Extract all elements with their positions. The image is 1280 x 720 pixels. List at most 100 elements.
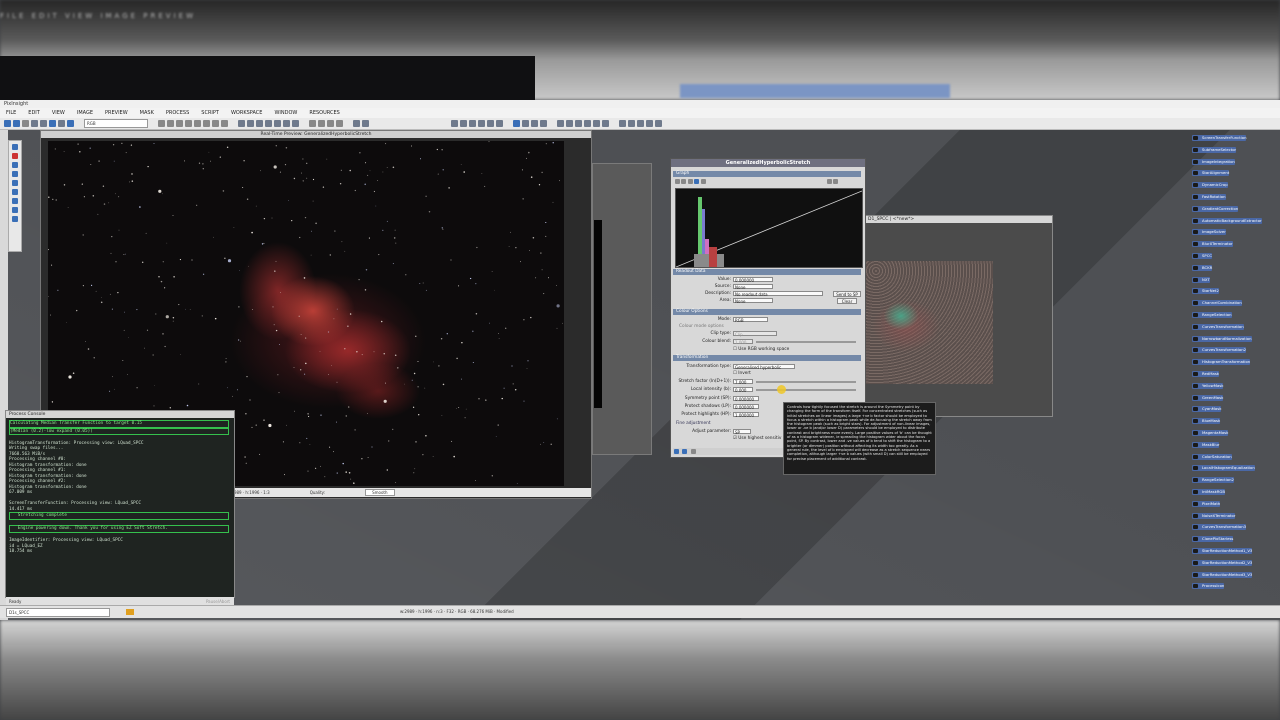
panel-icon[interactable] [12,189,18,195]
toolbar-icon[interactable] [540,120,547,127]
use-rgb-checkbox[interactable]: ☐ Use RGB working space [733,347,789,352]
mode-select[interactable]: RGB [733,317,768,323]
toolbar-icon[interactable] [593,120,600,127]
clip-type-select[interactable]: Clip [733,331,777,337]
process-icon[interactable]: LocalHistogramEqualization [1192,465,1255,472]
graph-tool-icon[interactable] [681,179,687,184]
invert-checkbox[interactable]: ☐ Invert [733,371,751,376]
highest-sensitivity-checkbox[interactable]: ☑ Use highest sensitiv [733,436,781,441]
toolbar-icon[interactable] [478,120,485,127]
process-icon[interactable]: GreenMask [1192,394,1224,401]
colour-blend-field[interactable]: 1.000 [733,339,753,345]
toolbar-icon[interactable] [49,120,56,127]
process-icon[interactable]: BlueMask [1192,418,1221,425]
process-icon[interactable]: GradientCorrection [1192,205,1239,212]
process-icon[interactable]: ImageSolver [1192,229,1226,236]
adjust-parameter-select[interactable]: SP [733,429,751,435]
process-icon[interactable]: MagentaMask [1192,430,1229,436]
graph-section[interactable]: Graph [673,171,861,177]
toolbar-icon[interactable] [318,120,325,127]
redo-icon[interactable] [13,120,20,127]
toolbar-icon[interactable] [67,120,74,127]
toolbar-icon[interactable] [619,120,626,127]
process-icon[interactable]: NXT [1192,276,1210,283]
status-icon[interactable] [126,609,134,615]
toolbar-icon[interactable] [487,120,494,127]
area-field[interactable]: None [733,298,773,304]
process-icon[interactable]: BlurXTerminator [1192,241,1233,248]
process-icon[interactable]: YellowMask [1192,382,1224,389]
toolbar-icon[interactable] [655,120,662,127]
zoom-in-icon[interactable] [826,179,832,184]
toolbar-icon[interactable] [451,120,458,127]
panel-icon[interactable] [12,144,18,150]
toolbar-icon[interactable] [522,120,529,127]
toolbar-icon[interactable] [265,120,272,127]
toolbar-icon[interactable] [584,120,591,127]
menu-resources[interactable]: RESOURCES [309,110,339,116]
apply-icon[interactable] [682,449,688,454]
process-icon[interactable]: RangeSelection [1192,312,1232,318]
toolbar-icon[interactable] [309,120,316,127]
protect-highlights-field[interactable]: 1.000000 [733,412,759,418]
process-icon[interactable]: HistogramTransformation [1192,359,1251,366]
source-field[interactable]: None [733,284,773,290]
view-selector[interactable]: D1s_SPCC [6,608,110,617]
toolbar-icon[interactable] [531,120,538,127]
process-icon[interactable]: StarAlignment [1192,170,1230,177]
toolbar-icon[interactable] [637,120,644,127]
toolbar-icon[interactable] [628,120,635,127]
toolbar-icon[interactable] [194,120,201,127]
graph-tool-icon[interactable] [675,179,680,184]
toolbar-icon[interactable] [557,120,564,127]
menu-image[interactable]: IMAGE [77,110,93,116]
spcc-image[interactable] [866,261,993,384]
panel-icon[interactable] [12,162,18,168]
graph-tool-icon[interactable] [694,179,700,184]
panel-icon[interactable] [12,207,18,213]
process-icon[interactable]: CurvesTransformation2 [1192,347,1247,354]
process-icon[interactable]: ClonePixStarless [1192,536,1234,543]
toolbar-icon[interactable] [22,120,29,127]
toolbar-icon[interactable] [327,120,334,127]
process-icon[interactable]: ScreenTransferFunction [1192,135,1247,141]
process-icon[interactable]: StarReductionMethod2_V3 [1192,559,1253,566]
toolbar-icon[interactable] [469,120,476,127]
toolbar-icon[interactable] [336,120,343,127]
panel-icon[interactable] [12,180,18,186]
toolbar-icon[interactable] [221,120,228,127]
process-icon[interactable]: AutomaticBackgroundExtractor [1192,217,1262,224]
toolbar-icon[interactable] [292,120,299,127]
channel-select[interactable]: RGB [84,119,148,128]
process-icon[interactable]: CurvesTransformation [1192,323,1244,330]
undo-icon[interactable] [4,120,11,127]
process-icon[interactable]: FastRotation [1192,194,1226,200]
new-instance-icon[interactable] [674,449,679,454]
process-icon[interactable]: MaskBlur [1192,441,1220,448]
panel-icon[interactable] [12,198,18,204]
symmetry-point-field[interactable]: 0.000000 [733,396,759,402]
process-icon[interactable]: SPCC [1192,253,1213,259]
process-icon[interactable]: NoiseXTerminator [1192,512,1236,519]
process-icon[interactable]: IntMaskRGB [1192,489,1225,495]
toolbar-icon[interactable] [566,120,573,127]
readout-section[interactable]: Readout Data [673,269,861,275]
toolbar-icon[interactable] [40,120,47,127]
colour-blend-slider[interactable] [756,341,856,343]
toolbar-icon[interactable] [602,120,609,127]
zoom-in-icon[interactable] [238,120,245,127]
toolbar-icon[interactable] [353,120,360,127]
preview-icon[interactable] [690,449,696,454]
toolbar-icon[interactable] [58,120,65,127]
menu-preview[interactable]: PREVIEW [105,110,128,116]
process-icon[interactable]: RedMask [1192,371,1219,377]
process-icon[interactable]: SubframeSelector [1192,146,1237,153]
panel-icon[interactable] [12,153,18,159]
toolbar-icon[interactable] [362,120,369,127]
toolbar-icon[interactable] [256,120,263,127]
panel-icon[interactable] [12,171,18,177]
process-icon[interactable]: NarrowbandNormalization [1192,335,1252,342]
process-icon[interactable]: StarNet2 [1192,288,1219,295]
colour-section[interactable]: Colour Options [673,309,861,315]
menu-workspace[interactable]: WORKSPACE [231,110,262,116]
